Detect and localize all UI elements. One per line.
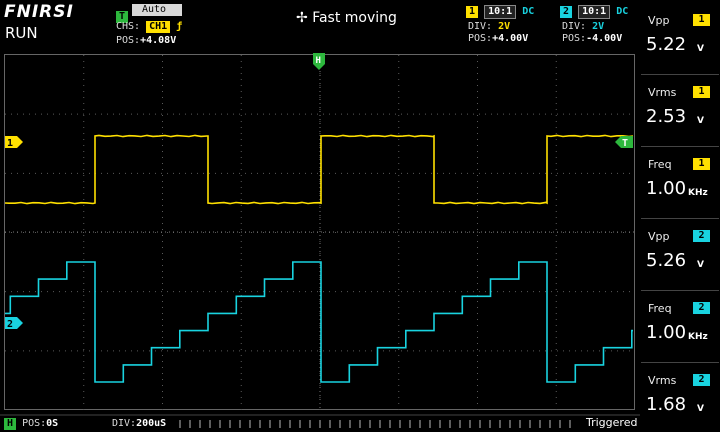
ch1-settings[interactable]: 1 10:1 DC — [466, 5, 534, 19]
ch2-coupling: DC — [616, 6, 629, 17]
timeline-ruler — [0, 414, 640, 428]
measure-channel-badge: 1 — [693, 14, 710, 26]
ch1-pos-value: +4.00V — [492, 33, 529, 44]
ch2-pos-value: -4.00V — [586, 33, 623, 44]
ch2-marker-label: 2 — [7, 319, 13, 330]
edge-icon: ƒ — [176, 21, 183, 32]
ch2-probe: 10:1 — [578, 5, 611, 19]
move-mode[interactable]: ✢ Fast moving — [296, 10, 397, 26]
measure-separator — [641, 146, 719, 147]
measure-label: Vpp — [648, 230, 670, 243]
measure-separator — [641, 290, 719, 291]
timebase[interactable]: DIV:200uS — [112, 417, 166, 430]
status-bar: H POS:0S DIV:200uS Triggered — [0, 414, 640, 432]
h-position[interactable]: H POS:0S — [4, 417, 58, 430]
measure-label: Freq — [648, 302, 672, 315]
ch2-badge: 2 — [560, 6, 573, 18]
ch1-coupling: DC — [522, 6, 535, 17]
ch1-pos-label: POS: — [468, 33, 493, 44]
measure-separator — [641, 362, 719, 363]
scope-display[interactable]: 1 2 T H — [0, 50, 640, 414]
measure-label: Vrms — [648, 86, 677, 99]
measure-label: Vpp — [648, 14, 670, 27]
measure-unit: KHz — [688, 188, 708, 198]
run-state[interactable]: RUN — [5, 24, 38, 42]
measure-unit: V — [697, 404, 704, 414]
measure-value: 1.00 — [646, 322, 687, 343]
measure-channel-badge: 2 — [693, 374, 710, 386]
trigger-source-label: CHS: — [116, 21, 141, 32]
h-pos-value: 0S — [46, 418, 59, 429]
trigger-position[interactable]: POS:+4.08V — [116, 34, 176, 47]
h-marker-label: H — [316, 56, 321, 66]
timebase-value: 200uS — [136, 418, 167, 429]
measurement-panel — [640, 0, 720, 432]
ch2-settings[interactable]: 2 10:1 DC — [560, 5, 628, 19]
measure-channel-badge: 1 — [693, 158, 710, 170]
measure-label: Vrms — [648, 374, 677, 387]
ch1-badge: 1 — [466, 6, 479, 18]
measure-value: 5.22 — [646, 34, 687, 55]
measure-value: 1.00 — [646, 178, 687, 199]
measure-label: Freq — [648, 158, 672, 171]
measure-separator — [641, 218, 719, 219]
brand-logo: FNIRSI — [4, 2, 74, 22]
ch1-pos: POS:+4.00V — [468, 32, 528, 45]
measure-channel-badge: 1 — [693, 86, 710, 98]
ch2-pos: POS:-4.00V — [562, 32, 622, 45]
trigger-marker-label: T — [622, 138, 628, 149]
trigger-source[interactable]: CHS: CH1 ƒ — [116, 20, 182, 33]
trigger-pos-value: +4.08V — [140, 35, 177, 46]
measure-unit: V — [697, 116, 704, 126]
measure-value: 1.68 — [646, 394, 687, 415]
ch1-probe: 10:1 — [484, 5, 517, 19]
ch2-div-label: DIV: — [562, 21, 587, 32]
h-pos-label: POS: — [22, 418, 47, 429]
measure-channel-badge: 2 — [693, 230, 710, 242]
measure-value: 2.53 — [646, 106, 687, 127]
trigger-status: Triggered — [586, 416, 638, 429]
trigger-pos-label: POS: — [116, 35, 141, 46]
trigger-mode-button[interactable]: Auto — [132, 4, 182, 16]
measure-separator — [641, 74, 719, 75]
measure-unit: V — [697, 44, 704, 54]
measure-unit: V — [697, 260, 704, 270]
ch2-div-value: 2V — [592, 21, 605, 32]
timebase-label: DIV: — [112, 418, 137, 429]
move-icon: ✢ — [296, 10, 308, 26]
ch1-div-label: DIV: — [468, 21, 493, 32]
trigger-source-value: CH1 — [146, 21, 171, 33]
ch1-marker-label: 1 — [7, 138, 13, 149]
ch2-pos-label: POS: — [562, 33, 587, 44]
ch1-div-value: 2V — [498, 21, 511, 32]
h-badge: H — [4, 418, 17, 430]
measure-channel-badge: 2 — [693, 302, 710, 314]
measure-unit: KHz — [688, 332, 708, 342]
measure-value: 5.26 — [646, 250, 687, 271]
move-mode-label: Fast moving — [312, 10, 397, 26]
